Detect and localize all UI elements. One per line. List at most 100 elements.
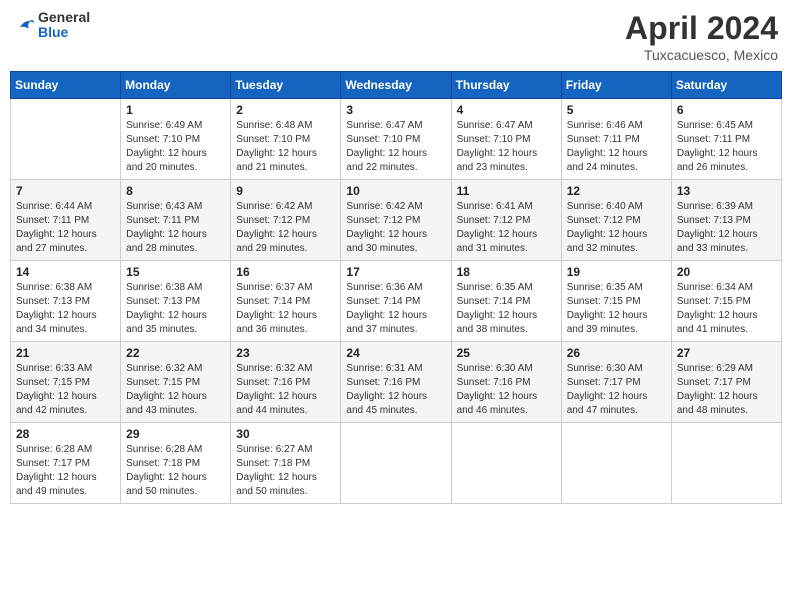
logo: General Blue [14,10,90,41]
day-info: Sunrise: 6:31 AM Sunset: 7:16 PM Dayligh… [346,362,445,418]
day-number: 1 [126,103,225,117]
calendar-cell: 25 Sunrise: 6:30 AM Sunset: 7:16 PM Dayli… [451,342,561,423]
day-number: 24 [346,346,445,360]
day-info: Sunrise: 6:30 AM Sunset: 7:17 PM Dayligh… [567,362,666,418]
weekday-header: Sunday [11,72,121,99]
calendar-cell: 10 Sunrise: 6:42 AM Sunset: 7:12 PM Dayli… [341,180,451,261]
day-number: 7 [16,184,115,198]
day-number: 25 [457,346,556,360]
weekday-header: Monday [121,72,231,99]
month-title: April 2024 [625,10,778,47]
day-number: 30 [236,427,335,441]
calendar-cell: 24 Sunrise: 6:31 AM Sunset: 7:16 PM Dayli… [341,342,451,423]
day-number: 18 [457,265,556,279]
day-number: 14 [16,265,115,279]
day-info: Sunrise: 6:30 AM Sunset: 7:16 PM Dayligh… [457,362,556,418]
calendar-cell [341,423,451,504]
day-number: 16 [236,265,335,279]
day-number: 13 [677,184,776,198]
day-info: Sunrise: 6:34 AM Sunset: 7:15 PM Dayligh… [677,281,776,337]
day-number: 11 [457,184,556,198]
calendar-cell: 6 Sunrise: 6:45 AM Sunset: 7:11 PM Daylig… [671,99,781,180]
location: Tuxcacuesco, Mexico [625,47,778,63]
day-number: 28 [16,427,115,441]
calendar-cell: 20Sunrise: 6:34 AM Sunset: 7:15 PM Dayli… [671,261,781,342]
calendar-cell: 18 Sunrise: 6:35 AM Sunset: 7:14 PM Dayli… [451,261,561,342]
calendar-cell: 14Sunrise: 6:38 AM Sunset: 7:13 PM Dayli… [11,261,121,342]
weekday-header: Thursday [451,72,561,99]
calendar-cell: 19Sunrise: 6:35 AM Sunset: 7:15 PM Dayli… [561,261,671,342]
day-number: 2 [236,103,335,117]
day-info: Sunrise: 6:41 AM Sunset: 7:12 PM Dayligh… [457,200,556,256]
calendar-cell: 21 Sunrise: 6:33 AM Sunset: 7:15 PM Dayli… [11,342,121,423]
page-header: General Blue April 2024 Tuxcacuesco, Mex… [10,10,782,63]
day-number: 27 [677,346,776,360]
calendar-week-row: 14 Sunrise: 6:38 AM Sunset: 7:13 PM Dayli… [11,261,782,342]
day-info: Sunrise: 6:32 AM Sunset: 7:15 PM Dayligh… [126,362,225,418]
day-info: Sunrise: 6:29 AM Sunset: 7:17 PM Dayligh… [677,362,776,418]
calendar-week-row: 28 Sunrise: 6:28 AM Sunset: 7:17 PM Dayli… [11,423,782,504]
day-info: Sunrise: 6:28 AM Sunset: 7:17 PM Dayligh… [16,443,115,499]
day-number: 4 [457,103,556,117]
day-info: Sunrise: 6:47 AM Sunset: 7:10 PM Dayligh… [346,119,445,175]
weekday-header: Tuesday [231,72,341,99]
logo-general: General [38,10,90,25]
day-info: Sunrise: 6:27 AM Sunset: 7:18 PM Dayligh… [236,443,335,499]
calendar-cell: 4 Sunrise: 6:47 AM Sunset: 7:10 PM Daylig… [451,99,561,180]
logo-blue-text: Blue [38,25,90,40]
calendar-cell: 22Sunrise: 6:32 AM Sunset: 7:15 PM Dayli… [121,342,231,423]
day-info: Sunrise: 6:37 AM Sunset: 7:14 PM Dayligh… [236,281,335,337]
day-number: 12 [567,184,666,198]
calendar-cell: 26 Sunrise: 6:30 AM Sunset: 7:17 PM Dayli… [561,342,671,423]
title-block: April 2024 Tuxcacuesco, Mexico [625,10,778,63]
calendar-cell: 8Sunrise: 6:43 AM Sunset: 7:11 PM Daylig… [121,180,231,261]
day-info: Sunrise: 6:45 AM Sunset: 7:11 PM Dayligh… [677,119,776,175]
day-number: 17 [346,265,445,279]
day-info: Sunrise: 6:46 AM Sunset: 7:11 PM Dayligh… [567,119,666,175]
logo-bird-icon [14,14,36,36]
calendar-cell: 27 Sunrise: 6:29 AM Sunset: 7:17 PM Dayli… [671,342,781,423]
day-info: Sunrise: 6:42 AM Sunset: 7:12 PM Dayligh… [236,200,335,256]
calendar-cell: 1 Sunrise: 6:49 AM Sunset: 7:10 PM Daylig… [121,99,231,180]
calendar-cell: 13 Sunrise: 6:39 AM Sunset: 7:13 PM Dayli… [671,180,781,261]
day-info: Sunrise: 6:38 AM Sunset: 7:13 PM Dayligh… [126,281,225,337]
calendar-cell: 28 Sunrise: 6:28 AM Sunset: 7:17 PM Dayli… [11,423,121,504]
weekday-header: Friday [561,72,671,99]
calendar-cell: 23 Sunrise: 6:32 AM Sunset: 7:16 PM Dayli… [231,342,341,423]
day-info: Sunrise: 6:33 AM Sunset: 7:15 PM Dayligh… [16,362,115,418]
day-number: 19 [567,265,666,279]
calendar-cell [671,423,781,504]
day-number: 10 [346,184,445,198]
day-number: 6 [677,103,776,117]
day-number: 9 [236,184,335,198]
logo-text: General Blue [38,10,90,41]
calendar-week-row: 1 Sunrise: 6:49 AM Sunset: 7:10 PM Daylig… [11,99,782,180]
calendar-cell: 15 Sunrise: 6:38 AM Sunset: 7:13 PM Dayli… [121,261,231,342]
day-info: Sunrise: 6:42 AM Sunset: 7:12 PM Dayligh… [346,200,445,256]
weekday-header: Saturday [671,72,781,99]
calendar-cell: 29Sunrise: 6:28 AM Sunset: 7:18 PM Dayli… [121,423,231,504]
calendar-cell: 7Sunrise: 6:44 AM Sunset: 7:11 PM Daylig… [11,180,121,261]
day-number: 5 [567,103,666,117]
calendar-cell: 30 Sunrise: 6:27 AM Sunset: 7:18 PM Dayli… [231,423,341,504]
weekday-header: Wednesday [341,72,451,99]
day-info: Sunrise: 6:36 AM Sunset: 7:14 PM Dayligh… [346,281,445,337]
day-info: Sunrise: 6:49 AM Sunset: 7:10 PM Dayligh… [126,119,225,175]
day-info: Sunrise: 6:48 AM Sunset: 7:10 PM Dayligh… [236,119,335,175]
calendar-cell: 12Sunrise: 6:40 AM Sunset: 7:12 PM Dayli… [561,180,671,261]
calendar-week-row: 21 Sunrise: 6:33 AM Sunset: 7:15 PM Dayli… [11,342,782,423]
day-info: Sunrise: 6:47 AM Sunset: 7:10 PM Dayligh… [457,119,556,175]
calendar-week-row: 7Sunrise: 6:44 AM Sunset: 7:11 PM Daylig… [11,180,782,261]
calendar-cell: 2 Sunrise: 6:48 AM Sunset: 7:10 PM Daylig… [231,99,341,180]
day-number: 26 [567,346,666,360]
calendar-cell: 3Sunrise: 6:47 AM Sunset: 7:10 PM Daylig… [341,99,451,180]
day-number: 15 [126,265,225,279]
calendar-cell [451,423,561,504]
calendar-cell: 5 Sunrise: 6:46 AM Sunset: 7:11 PM Daylig… [561,99,671,180]
day-info: Sunrise: 6:32 AM Sunset: 7:16 PM Dayligh… [236,362,335,418]
calendar-cell [11,99,121,180]
day-number: 21 [16,346,115,360]
day-number: 23 [236,346,335,360]
day-info: Sunrise: 6:39 AM Sunset: 7:13 PM Dayligh… [677,200,776,256]
day-info: Sunrise: 6:35 AM Sunset: 7:14 PM Dayligh… [457,281,556,337]
